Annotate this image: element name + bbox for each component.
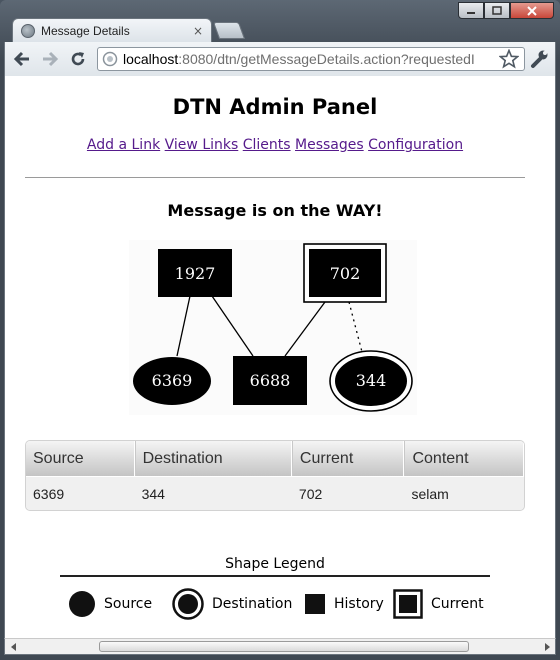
edge-702-6688 [284,301,326,357]
legend-label-source: Source [104,596,153,612]
table-row: 6369 344 702 selam [26,476,524,510]
tab-close-icon[interactable]: × [193,24,203,38]
maximize-icon [492,6,502,15]
address-bar[interactable]: localhost:8080/dtn/getMessageDetails.act… [97,47,525,71]
node-344: 344 [329,350,413,412]
edge-702-344 [348,301,363,353]
close-icon [527,5,537,16]
source-shape-icon [69,591,95,617]
node-6688: 6688 [233,356,307,405]
node-6688-label: 6688 [250,371,291,390]
window-bottom-border [0,655,560,660]
node-6369-label: 6369 [152,371,193,390]
cell-content: selam [411,485,449,502]
browser-toolbar: localhost:8080/dtn/getMessageDetails.act… [4,42,556,76]
scroll-right-button[interactable] [538,639,555,654]
reload-icon [71,52,85,66]
node-1927: 1927 [158,249,232,297]
bookmark-star-button[interactable] [498,48,520,73]
legend-item-history: History [304,589,384,619]
table-header: Source Destination Current Content [26,441,524,476]
cell-destination: 344 [141,485,165,502]
url-text: localhost:8080/dtn/getMessageDetails.act… [123,51,475,67]
nav-configuration[interactable]: Configuration [368,137,463,153]
tab-message-details[interactable]: Message Details × [12,18,212,42]
browser-window: Message Details × localhost:8080/dtn/get… [0,0,560,660]
node-702: 702 [303,243,387,303]
nav-add-link[interactable]: Add a Link [87,137,160,153]
scroll-left-arrow-icon [10,642,16,651]
message-table: Source Destination Current Content 6369 … [25,440,525,511]
route-graph: 1927 702 6369 6688 344 [129,240,417,415]
back-arrow-icon [13,51,29,67]
page-title: DTN Admin Panel [172,95,378,119]
column-header-source[interactable]: Source [26,441,135,476]
horizontal-scrollbar[interactable] [4,638,556,655]
nav-view-links[interactable]: View Links [165,137,239,153]
forward-button[interactable] [39,49,61,69]
legend-label-destination: Destination [212,596,293,612]
legend-item-current: Current [393,589,484,619]
nav-messages[interactable]: Messages [295,137,364,153]
divider [25,177,525,178]
scroll-right-arrow-icon [544,642,550,651]
cell-source: 6369 [33,485,65,502]
url-path: :8080/dtn/getMessageDetails.action?reque… [178,51,475,67]
node-1927-label: 1927 [175,264,216,283]
reload-button[interactable] [67,49,89,69]
nav-clients[interactable]: Clients [243,137,291,153]
column-header-destination[interactable]: Destination [134,441,292,476]
column-header-current[interactable]: Current [291,441,405,476]
legend-label-history: History [334,596,384,612]
new-tab-button[interactable] [212,22,246,39]
legend-rule [60,575,490,577]
minimize-icon [467,11,475,14]
node-702-label: 702 [330,264,361,283]
wrench-icon [531,50,548,68]
legend-label-current: Current [431,596,484,612]
column-header-content[interactable]: Content [404,441,524,476]
node-344-label: 344 [356,371,387,390]
url-host: localhost [123,51,179,67]
scrollbar-thumb[interactable] [99,641,469,652]
legend-item-destination: Destination [172,588,293,620]
edge-1927-6688 [211,295,254,357]
legend-item-source: Source [68,589,152,619]
legend-title: Shape Legend [225,556,325,572]
destination-shape-icon [172,588,204,620]
scroll-left-button[interactable] [5,639,22,654]
edge-1927-6369 [176,295,191,357]
node-6369: 6369 [133,357,211,405]
cell-current: 702 [298,485,323,502]
page-content: DTN Admin Panel Add a Link View Links Cl… [4,76,556,638]
current-shape-icon [393,589,423,619]
tab-strip: Message Details × [8,16,528,42]
history-shape-icon [305,594,325,614]
tab-title: Message Details [41,23,130,38]
settings-wrench-button[interactable] [529,49,549,73]
page-info-icon[interactable] [102,51,118,67]
main-nav: Add a Link View Links Clients Messages C… [5,137,545,153]
message-status: Message is on the WAY! [167,201,383,220]
star-icon [498,48,520,69]
back-button[interactable] [11,49,33,69]
forward-arrow-icon [43,51,59,67]
page-favicon-icon [21,23,35,38]
